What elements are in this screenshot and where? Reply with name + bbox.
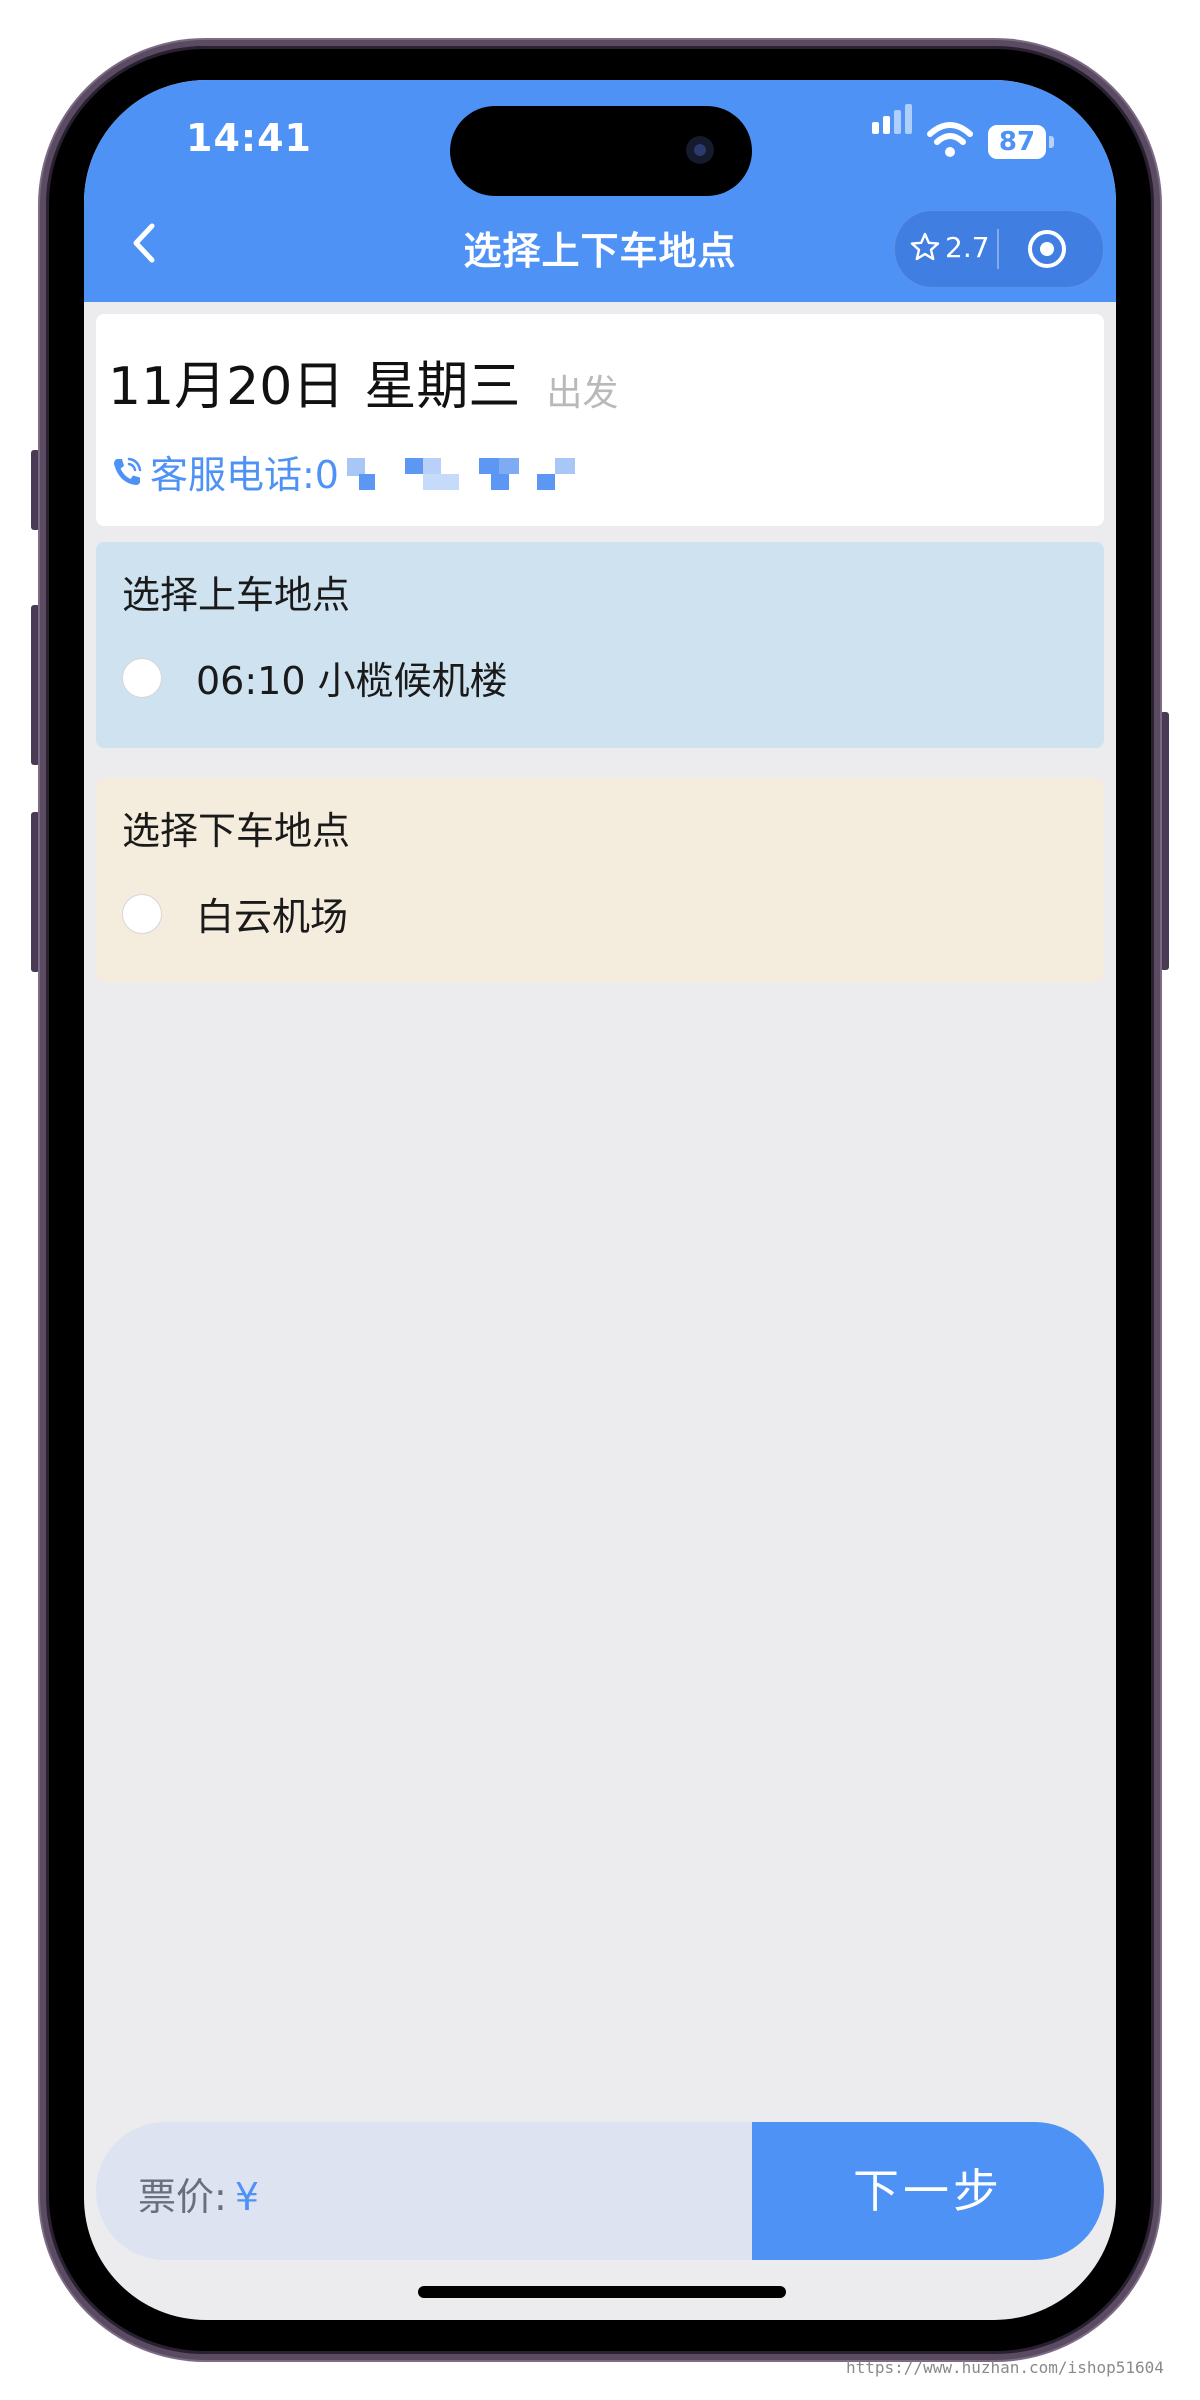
boarding-title: 选择上车地点 [122,573,351,617]
bottom-action-bar: 票价: ¥ 下一步 [96,2122,1104,2260]
target-icon[interactable] [1025,227,1069,271]
price-label: 票价: [138,2175,227,2219]
boarding-radio[interactable] [122,657,162,698]
price-currency: ¥ [234,2175,259,2219]
phone-number-mosaic [339,452,609,492]
dropoff-option-label: 白云机场 [196,895,349,939]
phone-icon [114,457,142,485]
battery-icon: 87 [988,125,1054,159]
capsule-divider [997,229,999,269]
star-icon[interactable] [909,231,941,263]
mini-program-capsule: 2.7 [894,210,1104,288]
watermark: https://www.huzhan.com/ishop51604 [846,2358,1164,2377]
dropoff-option[interactable]: 白云机场 [122,886,348,941]
rating-value: 2.7 [945,231,990,264]
dropoff-radio[interactable] [122,893,162,934]
wifi-icon [927,122,973,157]
trip-date-line: 11月20日 星期三 出发 [108,344,618,419]
home-indicator[interactable] [418,2286,786,2298]
camera-icon [686,136,714,164]
service-phone[interactable]: 客服电话:0 [108,444,609,499]
service-phone-label: 客服电话:0 [150,453,339,497]
trip-weekday: 星期三 [364,357,521,417]
boarding-option-label: 06:10 小榄候机楼 [196,659,508,703]
boarding-section: 选择上车地点 06:10 小榄候机楼 [96,542,1104,748]
depart-label: 出发 [546,373,619,414]
next-step-button[interactable]: 下一步 [752,2122,1104,2260]
power-button [1160,712,1169,970]
trip-info-card: 11月20日 星期三 出发 客服电话:0 [96,314,1104,526]
volume-down-button [31,812,40,972]
app-screen: 14:41 87 选择上下车地点 2.7 11月20日 星期三 出发 客服电话:… [84,80,1116,2320]
top-bar: 14:41 87 选择上下车地点 2.7 [84,80,1116,302]
dynamic-island [450,106,752,196]
ticket-price: 票价: ¥ [138,2166,259,2221]
status-time: 14:41 [186,116,312,160]
dropoff-section: 选择下车地点 白云机场 [96,778,1104,982]
action-button [31,450,40,530]
trip-date: 11月20日 [108,357,345,417]
dropoff-title: 选择下车地点 [122,809,351,853]
boarding-option[interactable]: 06:10 小榄候机楼 [122,650,508,705]
volume-up-button [31,605,40,765]
